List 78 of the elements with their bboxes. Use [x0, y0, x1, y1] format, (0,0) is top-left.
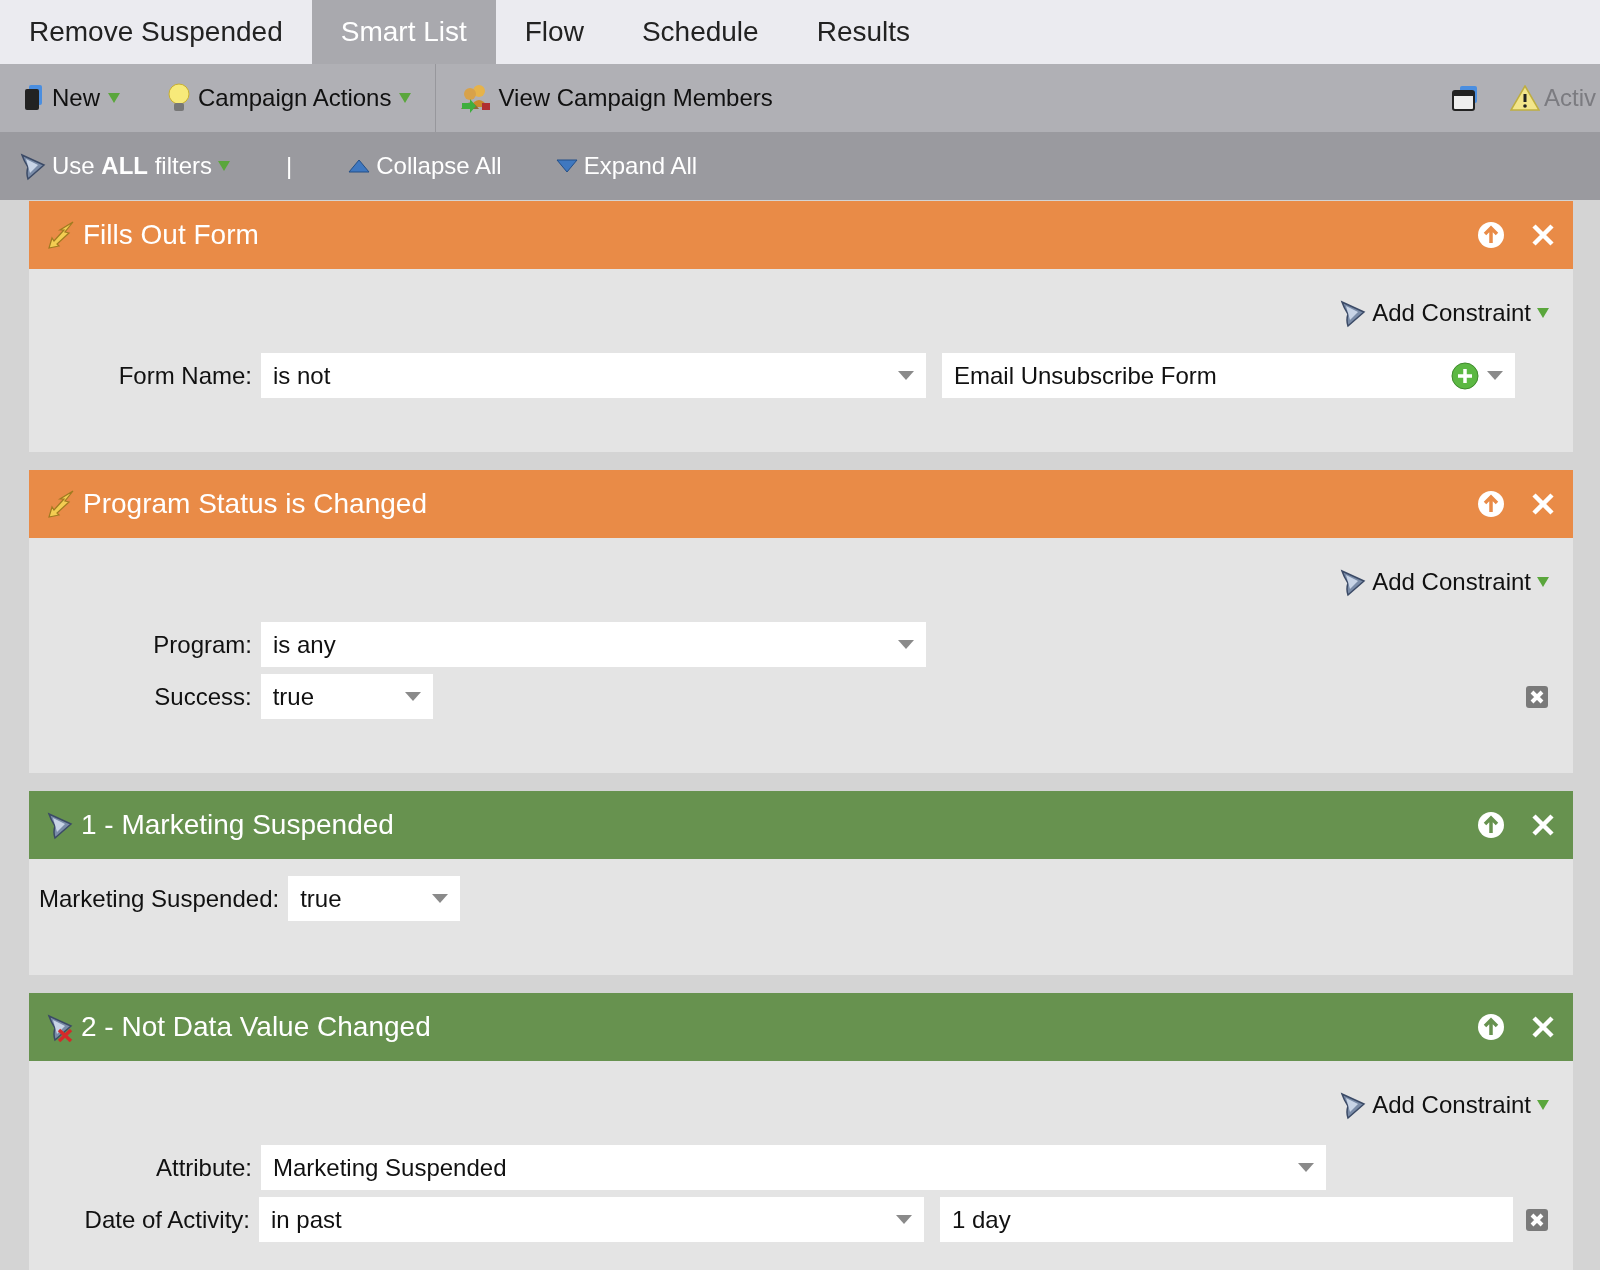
arrow-up-circle-icon	[1477, 811, 1505, 839]
close-icon	[1525, 1207, 1549, 1232]
tab[interactable]: Remove Suspended	[0, 0, 312, 64]
dropdown[interactable]: is any	[261, 622, 926, 667]
funnel-cross-icon	[47, 1012, 73, 1042]
caret-icon	[898, 371, 914, 380]
dropdown[interactable]: in past	[259, 1197, 924, 1242]
filter-title: Program Status is Changed	[83, 488, 428, 520]
dropdown[interactable]: Marketing Suspended	[261, 1145, 1326, 1190]
arrow-up-circle-icon	[1477, 490, 1505, 518]
caret-icon	[896, 1215, 912, 1224]
menu-button[interactable]: Campaign Actions	[144, 64, 436, 132]
dropdown[interactable]: true	[260, 674, 433, 719]
people-icon	[460, 83, 491, 113]
caret-icon	[108, 93, 120, 103]
separator: |	[286, 152, 293, 180]
caret-icon	[1537, 1100, 1549, 1110]
close-button[interactable]	[1531, 223, 1555, 247]
close-button[interactable]	[1531, 1015, 1555, 1039]
funnel-icon	[1340, 1090, 1367, 1120]
caret-icon	[399, 93, 412, 103]
lightning-icon	[47, 220, 75, 250]
book-icon	[24, 85, 44, 111]
close-icon	[1525, 684, 1549, 709]
tab[interactable]: Flow	[495, 0, 613, 64]
field-label: Attribute:	[154, 1153, 253, 1182]
close-icon	[1531, 1015, 1555, 1039]
move-up-button[interactable]	[1477, 1013, 1505, 1041]
caret-icon	[1537, 308, 1549, 318]
arrow-up-circle-icon	[1477, 1013, 1505, 1041]
field-label: Date of Activity:	[83, 1205, 251, 1234]
caret-icon	[404, 692, 421, 701]
tab[interactable]: Schedule	[612, 0, 788, 64]
caret-icon	[1537, 577, 1549, 587]
close-icon	[1531, 492, 1555, 516]
caret-icon	[218, 161, 231, 171]
warning-icon	[1510, 85, 1540, 111]
move-up-button[interactable]	[1477, 811, 1505, 839]
funnel-icon	[47, 810, 73, 840]
filter-title: 1 - Marketing Suspended	[81, 809, 395, 841]
arrow-up-circle-icon	[1477, 221, 1505, 249]
close-button[interactable]	[1531, 813, 1555, 837]
funnel-icon	[20, 151, 46, 181]
move-up-button[interactable]	[1477, 490, 1505, 518]
window-icon	[1452, 85, 1478, 111]
add-constraint-button[interactable]: Add Constraint	[1340, 562, 1549, 602]
triangle-down-icon	[555, 159, 578, 173]
close-icon	[1531, 813, 1555, 837]
caret-icon	[1298, 1163, 1314, 1172]
filter-title: Fills Out Form	[83, 219, 260, 251]
caret-icon	[898, 640, 914, 649]
funnel-icon	[1340, 298, 1367, 328]
dropdown[interactable]: is not	[261, 353, 926, 398]
lightbulb-icon	[168, 83, 190, 113]
caret-icon	[432, 894, 449, 903]
caret-icon	[1487, 371, 1503, 380]
field-label: Program:	[152, 630, 253, 659]
plus-icon	[1451, 361, 1479, 390]
move-up-button[interactable]	[1477, 221, 1505, 249]
add-constraint-button[interactable]: Add Constraint	[1340, 1085, 1549, 1125]
input-field[interactable]: 1 day	[940, 1197, 1513, 1242]
field-label: Form Name:	[117, 361, 253, 390]
dropdown[interactable]: true	[288, 876, 461, 921]
remove-button[interactable]	[1525, 1207, 1549, 1232]
triangle-up-icon	[348, 159, 371, 173]
dropdown[interactable]: Email Unsubscribe Form	[942, 353, 1515, 398]
filter-title: 2 - Not Data Value Changed	[81, 1011, 432, 1043]
toolbar-button[interactable]: View Campaign Members	[436, 64, 797, 132]
lightning-icon	[47, 489, 75, 519]
close-icon	[1531, 223, 1555, 247]
tab[interactable]: Results	[787, 0, 940, 64]
close-button[interactable]	[1531, 492, 1555, 516]
field-label: Marketing Suspended:	[39, 884, 281, 913]
menu-button[interactable]: New	[0, 64, 144, 132]
field-label: Success:	[153, 682, 253, 711]
remove-button[interactable]	[1525, 684, 1549, 709]
funnel-icon	[1340, 567, 1367, 597]
add-constraint-button[interactable]: Add Constraint	[1340, 293, 1549, 333]
